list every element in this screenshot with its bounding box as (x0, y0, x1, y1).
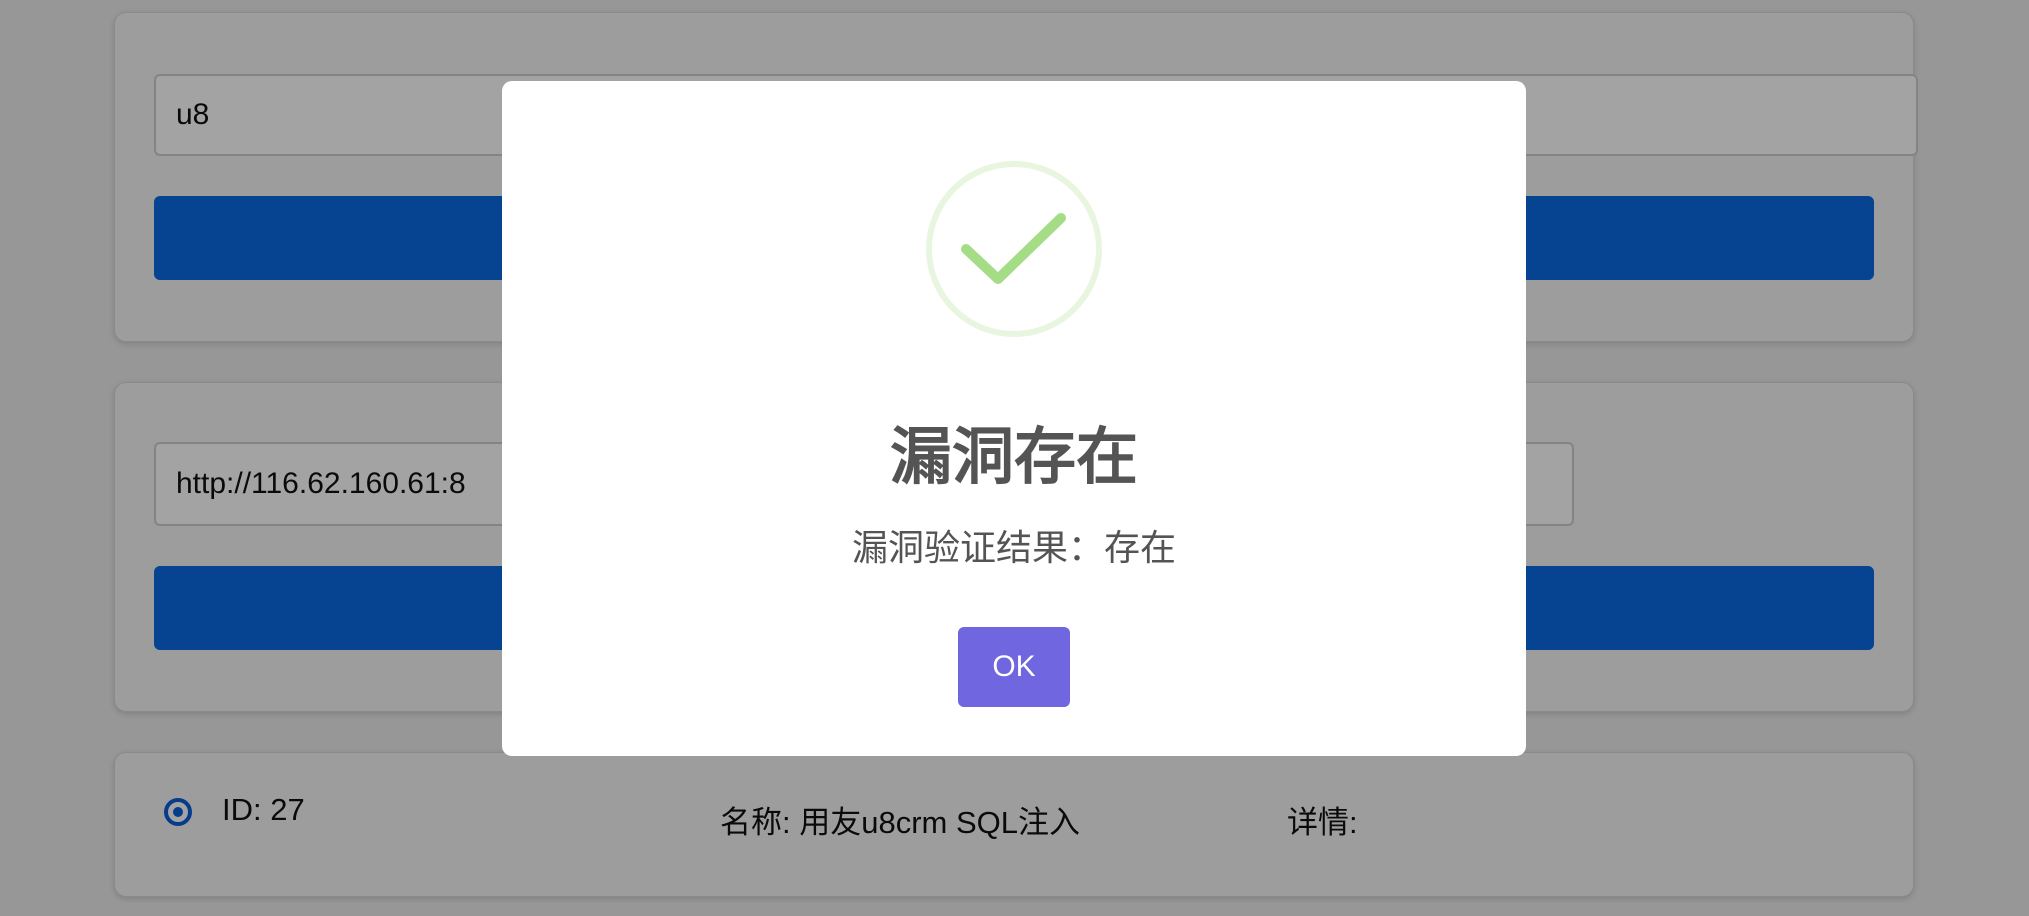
result-dialog: 漏洞存在 漏洞验证结果：存在 OK (502, 81, 1526, 756)
dialog-message: 漏洞验证结果：存在 (851, 527, 1176, 568)
ok-button[interactable]: OK (958, 627, 1070, 707)
dialog-title: 漏洞存在 (889, 423, 1138, 492)
success-check-icon (926, 161, 1102, 337)
